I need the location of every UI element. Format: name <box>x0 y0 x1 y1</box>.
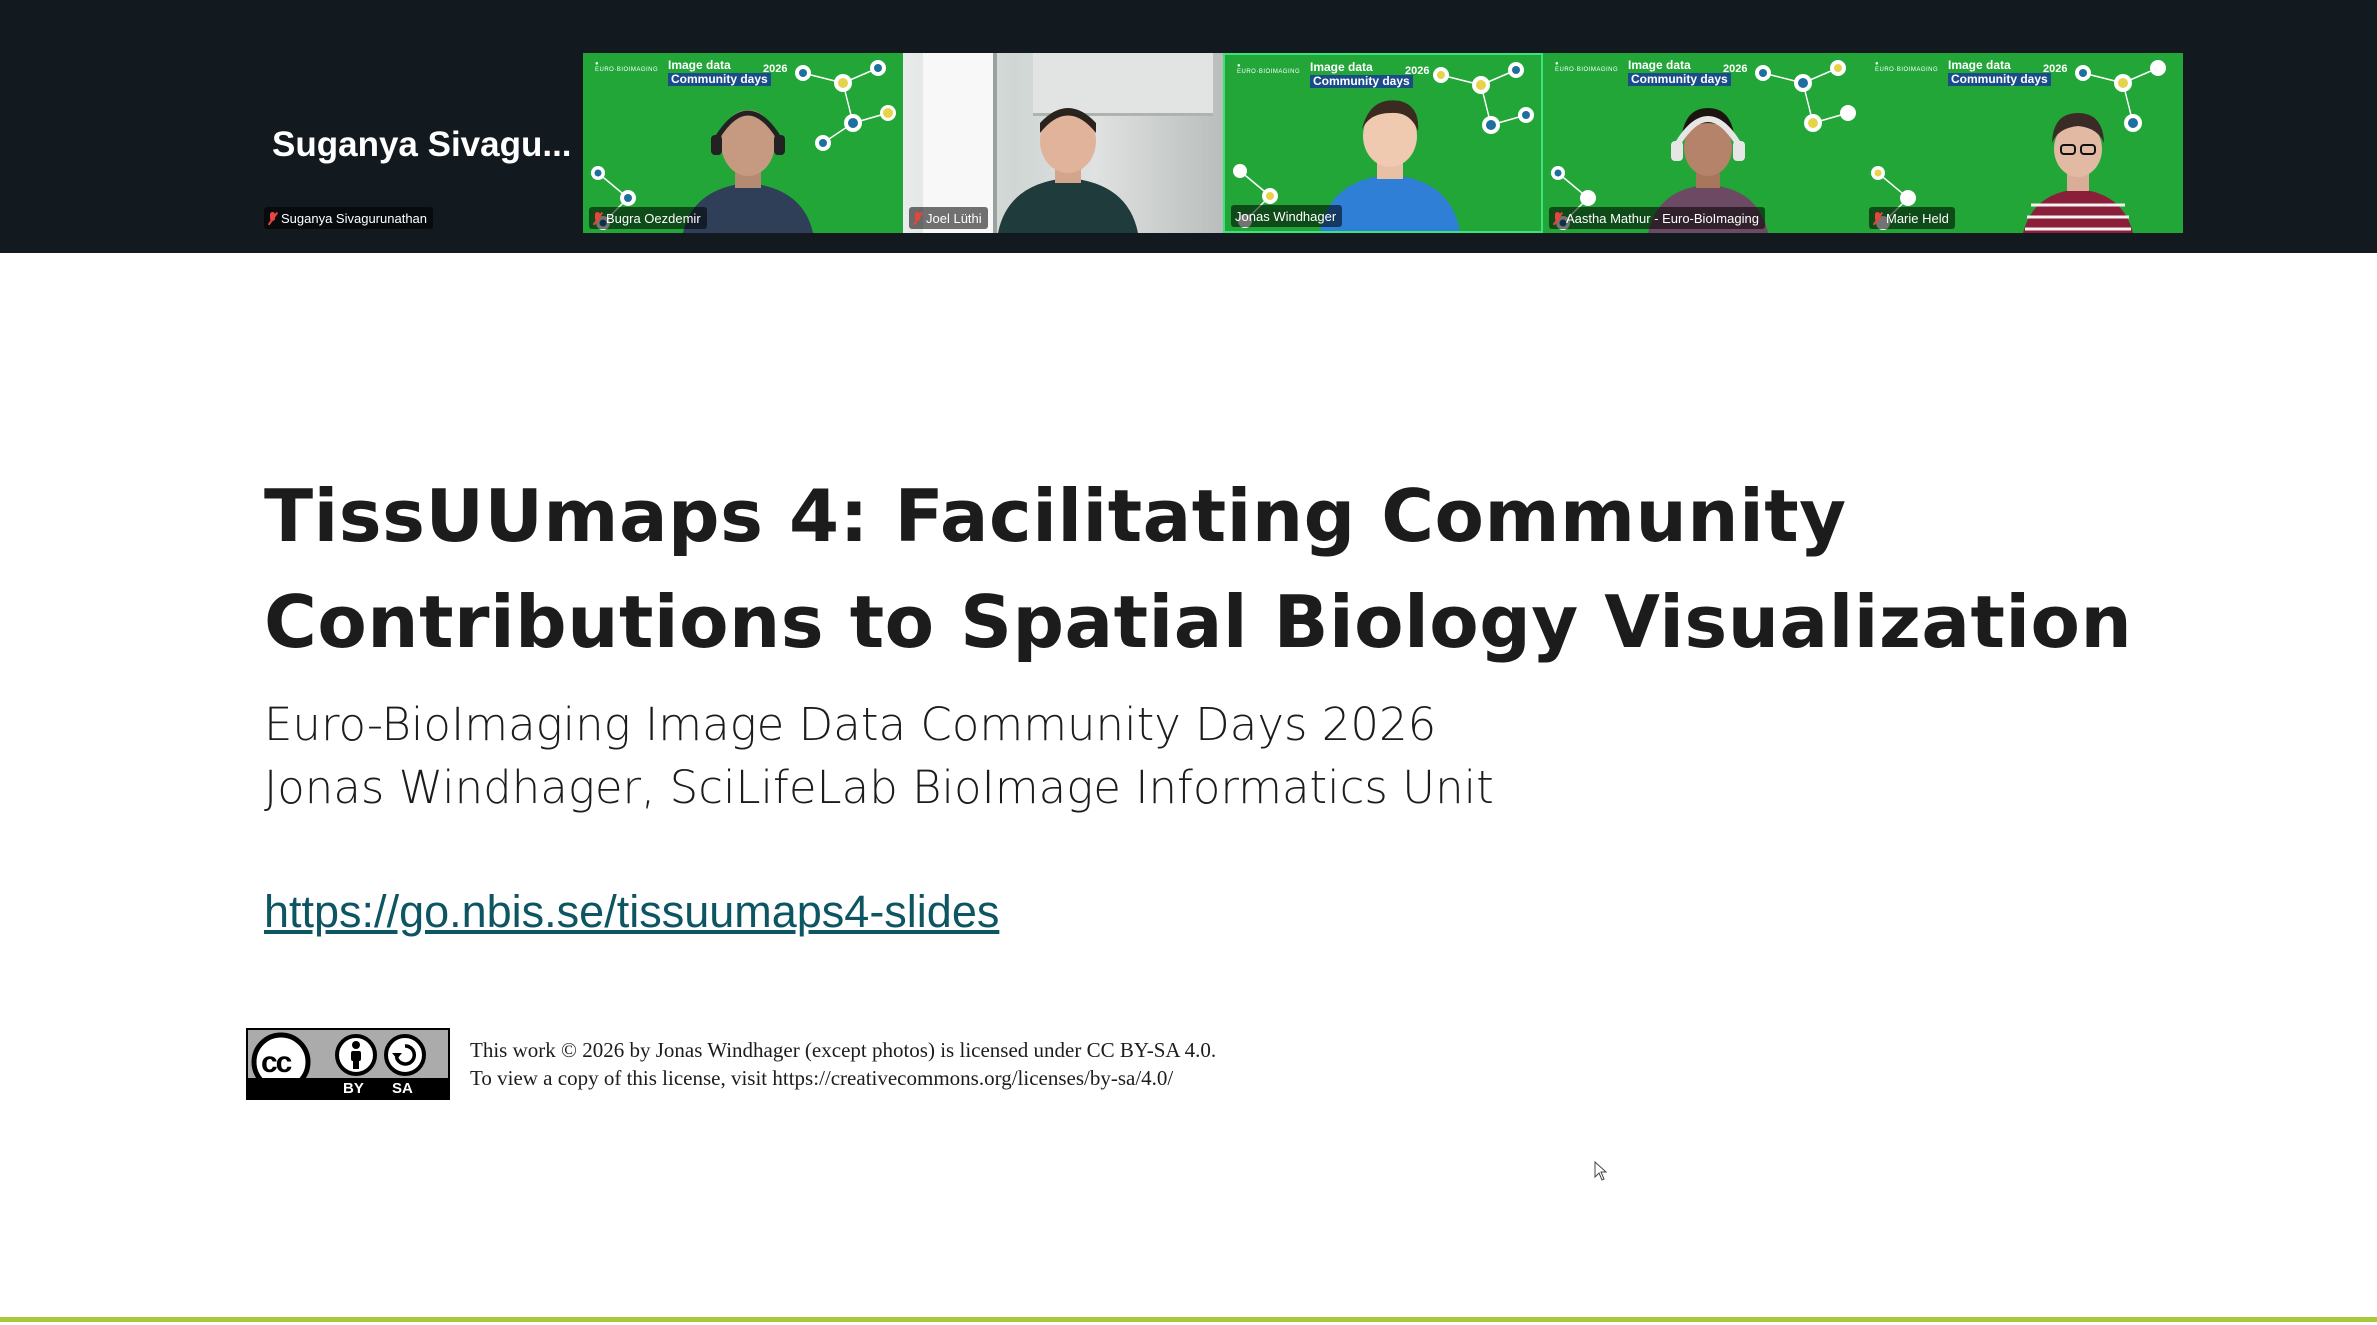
participant-video-strip: ● EURO·BIOIMAGING Image data Community d… <box>583 53 2183 233</box>
participant-name-tag: Aastha Mathur - Euro-BioImaging <box>1549 207 1765 229</box>
background-banner: Image data Community days <box>668 59 771 86</box>
mic-off-icon <box>593 211 602 225</box>
mic-off-icon <box>913 211 922 225</box>
self-video-tile[interactable]: Suganya Sivagu... Suganya Sivagurunathan <box>258 53 580 233</box>
participant-name: Bugra Oezdemir <box>606 210 701 226</box>
self-display-name: Suganya Sivagu... <box>272 125 572 164</box>
background-banner: Image data Community days <box>1948 59 2051 86</box>
video-tile-marie-held[interactable]: ● EURO·BIOIMAGING Image data Community d… <box>1863 53 2183 233</box>
participant-video <box>2023 113 2133 233</box>
background-banner: Image data Community days <box>1628 59 1731 86</box>
participant-name: Jonas Windhager <box>1235 208 1337 224</box>
sa-label: SA <box>392 1080 413 1097</box>
license-line: This work © 2026 by Jonas Windhager (exc… <box>470 1038 1217 1062</box>
slides-link[interactable]: https://go.nbis.se/tissuumaps4-slides <box>264 886 999 938</box>
slide-title: TissUUmaps 4: Facilitating Community Con… <box>264 463 2264 675</box>
slide-subtitle-line: Jonas Windhager, SciLifeLab BioImage Inf… <box>264 761 1494 814</box>
video-gallery-bar: Suganya Sivagu... Suganya Sivagurunathan… <box>0 0 2377 253</box>
slide-title-line: TissUUmaps 4: Facilitating Community <box>264 474 1847 558</box>
office-window <box>923 53 997 233</box>
license-text: This work © 2026 by Jonas Windhager (exc… <box>470 1036 1216 1092</box>
cc-icon: cc <box>261 1046 292 1079</box>
euro-bioimaging-logo: ● EURO·BIOIMAGING <box>1237 63 1301 75</box>
by-label: BY <box>343 1080 364 1097</box>
presentation-slide: TissUUmaps 4: Facilitating Community Con… <box>0 253 2377 1325</box>
participant-name: Aastha Mathur - Euro-BioImaging <box>1566 210 1759 226</box>
participant-name-tag: Suganya Sivagurunathan <box>264 207 434 229</box>
sa-icon <box>392 1044 417 1066</box>
video-tile-jonas-windhager[interactable]: ● EURO·BIOIMAGING Image data Community d… <box>1223 53 1543 233</box>
video-tile-joel-luthi[interactable]: Joel Lüthi <box>903 53 1223 233</box>
participant-name: Marie Held <box>1886 210 1949 226</box>
participant-name-tag: Bugra Oezdemir <box>589 207 707 229</box>
participant-name-tag: Joel Lüthi <box>909 207 988 229</box>
participant-name: Suganya Sivagurunathan <box>281 210 428 226</box>
video-tile-bugra-oezdemir[interactable]: ● EURO·BIOIMAGING Image data Community d… <box>583 53 903 233</box>
participant-name-tag: Marie Held <box>1869 207 1955 229</box>
cc-badge-label-bar: BY SA <box>248 1078 448 1098</box>
cursor-icon <box>1594 1161 1608 1181</box>
license-line: To view a copy of this license, visit ht… <box>470 1066 1174 1090</box>
slide-subtitle-line: Euro-BioImaging Image Data Community Day… <box>264 698 1437 751</box>
by-person-icon <box>351 1041 361 1069</box>
euro-bioimaging-logo: ● EURO·BIOIMAGING <box>1875 61 1939 73</box>
slide-bottom-rule <box>0 1317 2377 1322</box>
mic-off-icon <box>268 211 277 225</box>
euro-bioimaging-logo: ● EURO·BIOIMAGING <box>595 61 659 73</box>
participant-name: Joel Lüthi <box>926 210 982 226</box>
mic-off-icon <box>1873 211 1882 225</box>
mic-off-icon <box>1553 211 1562 225</box>
slide-title-line: Contributions to Spatial Biology Visuali… <box>264 580 2133 664</box>
participant-name-tag: Jonas Windhager <box>1231 205 1343 227</box>
cc-license-badge: cc BY SA <box>246 1028 450 1100</box>
video-tile-aastha-mathur[interactable]: ● EURO·BIOIMAGING Image data Community d… <box>1543 53 1863 233</box>
background-banner: Image data Community days <box>1310 61 1413 88</box>
slide-subtitle: Euro-BioImaging Image Data Community Day… <box>264 693 1494 819</box>
euro-bioimaging-logo: ● EURO·BIOIMAGING <box>1555 61 1619 73</box>
participant-video <box>998 108 1138 233</box>
